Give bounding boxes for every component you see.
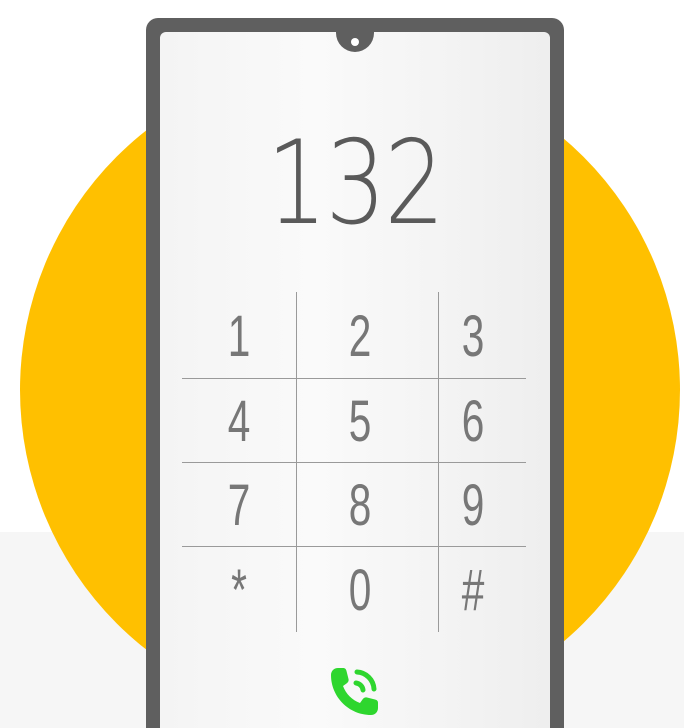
key-star[interactable]: * (199, 548, 279, 632)
keypad: 1 2 3 4 5 6 7 8 9 * 0 # (182, 292, 526, 632)
phone-frame: 132 1 2 3 4 5 6 7 8 9 * 0 # (146, 18, 564, 728)
key-9[interactable]: 9 (433, 463, 513, 547)
dialed-number: 132 (266, 116, 445, 251)
front-camera-icon (351, 38, 359, 46)
key-8[interactable]: 8 (320, 463, 400, 547)
notch (336, 32, 374, 52)
call-button[interactable] (322, 660, 386, 724)
key-1[interactable]: 1 (199, 294, 279, 378)
key-2[interactable]: 2 (320, 294, 400, 378)
key-3[interactable]: 3 (433, 294, 513, 378)
key-5[interactable]: 5 (320, 379, 400, 463)
key-0[interactable]: 0 (320, 548, 400, 632)
key-7[interactable]: 7 (199, 463, 279, 547)
scene: 132 1 2 3 4 5 6 7 8 9 * 0 # (0, 0, 684, 728)
key-hash[interactable]: # (433, 548, 513, 632)
phone-screen: 132 1 2 3 4 5 6 7 8 9 * 0 # (160, 32, 550, 728)
phone-call-icon (331, 668, 378, 715)
key-4[interactable]: 4 (199, 379, 279, 463)
key-6[interactable]: 6 (433, 379, 513, 463)
